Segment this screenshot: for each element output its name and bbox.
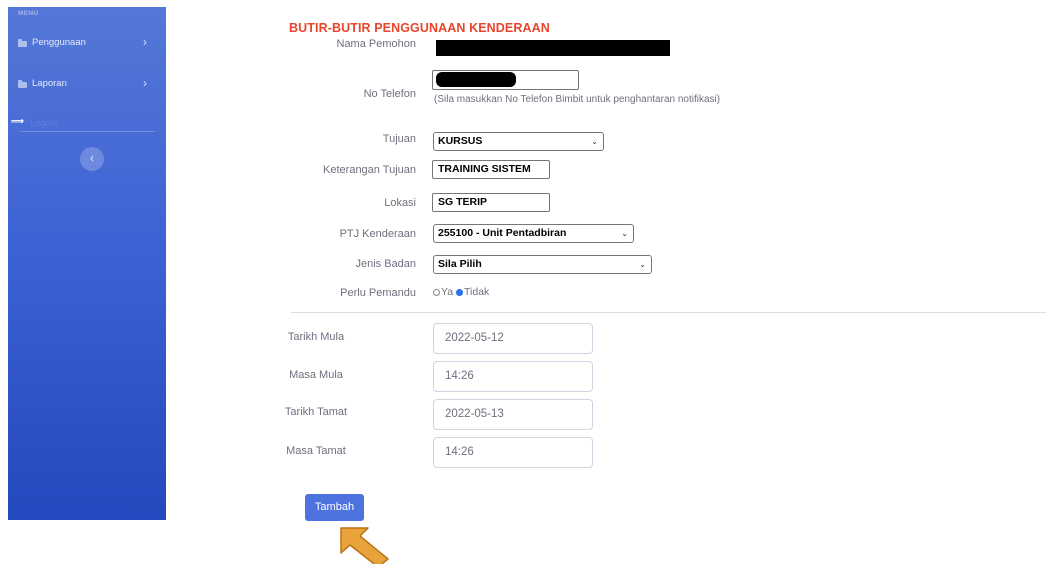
tujuan-select[interactable]: KURSUS ⌄ — [433, 132, 604, 151]
logout-icon: ⟹ — [11, 116, 24, 126]
tarikh-mula-input[interactable]: 2022-05-12 — [433, 323, 593, 354]
jenis-badan-label: Jenis Badan — [355, 258, 416, 270]
masa-mula-label: Masa Mula — [289, 369, 343, 381]
pointer-arrow-icon — [340, 527, 389, 564]
ptj-kenderaan-select[interactable]: 255100 - Unit Pentadbiran ⌄ — [433, 224, 634, 243]
sidebar-item-label: Penggunaan — [32, 37, 86, 48]
sidebar-item-laporan[interactable]: Laporan › — [8, 74, 166, 96]
radio-tidak-label: Tidak — [464, 286, 490, 298]
perlu-pemandu-label: Perlu Pemandu — [340, 287, 416, 299]
chevron-right-icon: › — [143, 76, 147, 90]
logout-label: Logout — [30, 118, 58, 128]
main-content: BUTIR-BUTIR PENGGUNAAN KENDERAAN Nama Pe… — [166, 7, 1046, 521]
tarikh-tamat-input[interactable]: 2022-05-13 — [433, 399, 593, 430]
sidebar-item-penggunaan[interactable]: Penggunaan › — [8, 33, 166, 55]
lokasi-input[interactable]: SG TERIP — [432, 193, 550, 212]
jenis-badan-select-value: Sila Pilih — [438, 258, 482, 270]
chevron-down-icon: ⌄ — [639, 260, 646, 269]
redacted-name-block — [436, 40, 670, 56]
tujuan-select-value: KURSUS — [438, 135, 483, 147]
radio-ya-label: Ya — [441, 286, 454, 298]
sidebar-item-label: Laporan — [32, 78, 67, 89]
no-telefon-label: No Telefon — [363, 88, 416, 100]
masa-tamat-label: Masa Tamat — [286, 445, 346, 457]
form-title: BUTIR-BUTIR PENGGUNAAN KENDERAAN — [289, 21, 550, 35]
no-telefon-helper: (Sila masukkan No Telefon Bimbit untuk p… — [434, 94, 721, 105]
sidebar-divider — [20, 131, 155, 132]
tujuan-label: Tujuan — [382, 133, 416, 145]
masa-mula-input[interactable]: 14:26 — [433, 361, 593, 392]
perlu-pemandu-radio-group: Ya Tidak — [433, 286, 489, 298]
jenis-badan-select[interactable]: Sila Pilih ⌄ — [433, 255, 652, 274]
lokasi-label: Lokasi — [384, 197, 416, 209]
redacted-phone-block — [436, 72, 516, 87]
folder-icon — [18, 80, 27, 88]
sidebar-heading: MENU — [18, 10, 39, 17]
ptj-kenderaan-select-value: 255100 - Unit Pentadbiran — [438, 227, 567, 239]
radio-ya[interactable] — [433, 288, 440, 296]
chevron-down-icon: ⌄ — [591, 137, 598, 146]
folder-icon — [18, 39, 27, 47]
tarikh-mula-label: Tarikh Mula — [287, 331, 345, 343]
section-divider — [291, 312, 1046, 313]
radio-tidak[interactable] — [456, 288, 463, 296]
sidebar-toggle-button[interactable]: ‹ — [80, 147, 104, 171]
ptj-kenderaan-label: PTJ Kenderaan — [339, 228, 416, 240]
masa-tamat-input[interactable]: 14:26 — [433, 437, 593, 468]
chevron-right-icon: › — [143, 35, 147, 49]
sidebar: MENU Penggunaan › Laporan › ⟹ Logout ‹ — [8, 7, 166, 520]
keterangan-tujuan-input[interactable]: TRAINING SISTEM — [432, 160, 550, 179]
nama-pemohon-label: Nama Pemohon — [336, 38, 417, 50]
tambah-button[interactable]: Tambah — [305, 494, 364, 521]
chevron-down-icon: ⌄ — [621, 229, 628, 238]
tarikh-tamat-label: Tarikh Tamat — [284, 406, 348, 418]
keterangan-tujuan-label: Keterangan Tujuan — [323, 164, 416, 176]
